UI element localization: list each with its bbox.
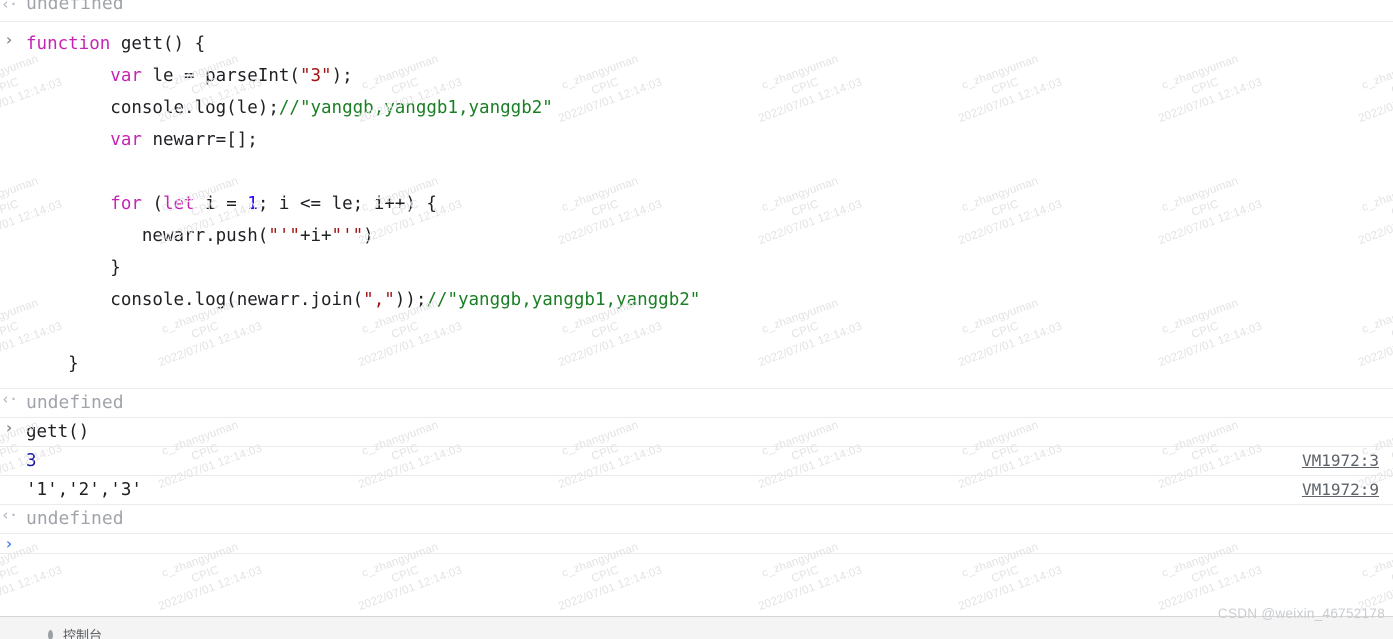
- code-line: var newarr=[];: [26, 124, 1393, 156]
- console-panel[interactable]: ‹· undefined › function gett() { var le …: [0, 0, 1393, 639]
- code-line: console.log(newarr.join(","));//"yanggb,…: [26, 284, 1393, 316]
- log-gutter: [0, 447, 18, 449]
- code-token-plain: }: [26, 354, 79, 374]
- result-arrow-icon: ‹·: [0, 0, 18, 13]
- arrow-left-icon: ‹·: [0, 506, 18, 524]
- code-line: newarr.push("'"+i+"'"): [26, 220, 1393, 252]
- console-row: ‹· undefined: [0, 0, 1393, 22]
- code-token-num: 1: [247, 194, 258, 214]
- code-token-plain: newarr=[];: [141, 130, 258, 150]
- console-row-log: 3 VM1972:3: [0, 447, 1393, 476]
- code-token-com: //"yanggb,yanggb1,yanggb2": [426, 290, 701, 310]
- code-token-plain: );: [331, 66, 353, 86]
- drawer-bullet-icon: [48, 629, 53, 639]
- chevron-right-icon: ›: [4, 30, 14, 49]
- code-token-plain: ): [363, 226, 374, 246]
- code-line: console.log(le);//"yanggb,yanggb1,yanggb…: [26, 92, 1393, 124]
- code-token-str: "'": [268, 226, 300, 246]
- result-value-text: undefined: [26, 392, 124, 413]
- csdn-credit: CSDN @weixin_46752178: [1217, 606, 1385, 621]
- result-arrow-icon: ‹·: [0, 505, 18, 524]
- code-token-kw: let: [162, 194, 195, 214]
- result-value-text: undefined: [26, 508, 124, 529]
- log-source-link[interactable]: VM1972:3: [1302, 447, 1393, 475]
- console-row-log: '1','2','3' VM1972:9: [0, 476, 1393, 505]
- code-line: }: [26, 348, 1393, 380]
- code-token-str: "'": [331, 226, 364, 246]
- code-line: }: [26, 252, 1393, 284]
- chevron-right-icon: ›: [4, 418, 14, 437]
- result-arrow-icon: ‹·: [0, 389, 18, 408]
- code-token-str: ",": [363, 290, 395, 310]
- input-prompt-icon: ›: [0, 22, 18, 49]
- code-token-plain: gett() {: [110, 34, 206, 54]
- code-token-plain: +i+: [299, 226, 332, 246]
- code-editor-content[interactable]: function gett() { var le = parseInt("3")…: [18, 22, 1393, 388]
- code-token-plain: console.log(newarr.join(: [26, 290, 364, 310]
- code-token-kw: function: [26, 34, 111, 54]
- code-token-kw: var: [110, 66, 142, 86]
- code-token-plain: i =: [194, 194, 248, 214]
- drawer-tab-console-label[interactable]: 控制台: [63, 625, 102, 639]
- code-token-plain: (: [141, 194, 163, 214]
- result-value-text: undefined: [26, 0, 124, 14]
- log-gutter: [0, 476, 18, 478]
- code-line: var le = parseInt("3");: [26, 60, 1393, 92]
- code-token-plain: }: [26, 258, 121, 278]
- code-token-plain: ));: [394, 290, 427, 310]
- chevron-right-icon: ›: [4, 534, 14, 553]
- input-expression-text[interactable]: gett(): [18, 418, 1393, 446]
- arrow-left-icon: ‹·: [0, 0, 18, 13]
- log-value-number: 3: [26, 451, 37, 471]
- code-token-plain: newarr.push(: [26, 226, 269, 246]
- code-token-com: //"yanggb,yanggb1,yanggb2": [278, 98, 553, 118]
- active-prompt-icon: ›: [0, 534, 18, 553]
- code-token-kw: var: [110, 130, 142, 150]
- arrow-left-icon: ‹·: [0, 390, 18, 408]
- code-line: function gett() {: [26, 28, 1393, 60]
- log-value-string: '1','2','3': [26, 480, 142, 500]
- code-token-plain: ; i <= le; i++) {: [257, 194, 437, 214]
- console-row-prompt[interactable]: ›: [0, 534, 1393, 554]
- code-token-plain: le = parseInt(: [141, 66, 300, 86]
- code-token-plain: console.log(le);: [26, 98, 279, 118]
- input-prompt-icon: ›: [0, 418, 18, 437]
- log-source-link[interactable]: VM1972:9: [1302, 476, 1393, 504]
- console-row: ‹· undefined: [0, 389, 1393, 418]
- code-line: for (let i = 1; i <= le; i++) {: [26, 188, 1393, 220]
- console-empty-space: [0, 580, 1393, 617]
- console-row: ‹· undefined: [0, 505, 1393, 534]
- console-row-code-input[interactable]: › function gett() { var le = parseInt("3…: [0, 22, 1393, 389]
- devtools-drawer[interactable]: 控制台: [0, 616, 1393, 639]
- code-token-str: "3": [299, 66, 332, 86]
- console-row-input[interactable]: › gett(): [0, 418, 1393, 447]
- code-token-kw: for: [110, 194, 142, 214]
